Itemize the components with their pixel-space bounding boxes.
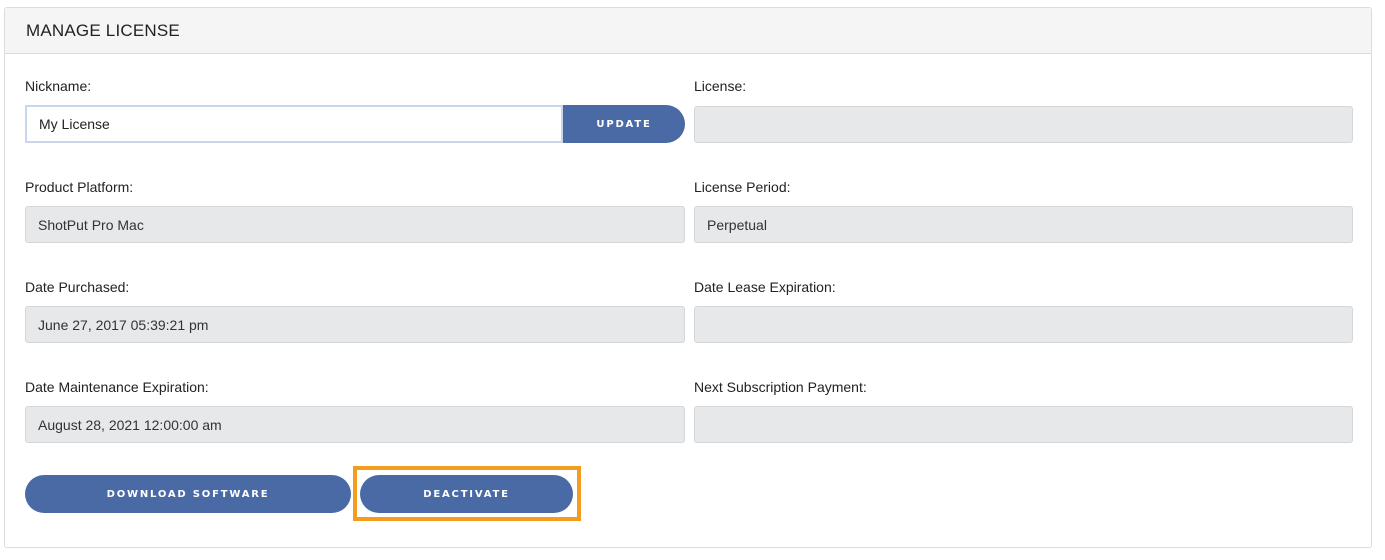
date-purchased-label: Date Purchased: [25,279,130,295]
date-lease-expiration-label: Date Lease Expiration: [694,279,836,295]
date-maintenance-expiration-label: Date Maintenance Expiration: [25,379,209,395]
license-field [694,106,1353,143]
deactivate-button[interactable]: DEACTIVATE [360,475,573,513]
date-lease-expiration-field [694,306,1353,343]
license-period-label: License Period: [694,179,791,195]
download-software-button[interactable]: DOWNLOAD SOFTWARE [25,475,351,513]
license-label: License: [694,78,747,94]
next-subscription-payment-label: Next Subscription Payment: [694,379,867,395]
license-period-field: Perpetual [694,206,1353,243]
panel-header: MANAGE LICENSE [5,8,1371,54]
date-purchased-field: June 27, 2017 05:39:21 pm [25,306,685,343]
date-maintenance-expiration-field: August 28, 2021 12:00:00 am [25,406,685,443]
nickname-input[interactable] [25,105,563,143]
product-platform-field: ShotPut Pro Mac [25,206,685,243]
next-subscription-payment-field [694,406,1353,443]
update-button[interactable]: UPDATE [563,105,685,143]
panel-title: MANAGE LICENSE [26,20,180,40]
manage-license-panel: MANAGE LICENSE Nickname: UPDATE License:… [4,7,1372,548]
product-platform-label: Product Platform: [25,179,134,195]
nickname-label: Nickname: [25,78,92,94]
